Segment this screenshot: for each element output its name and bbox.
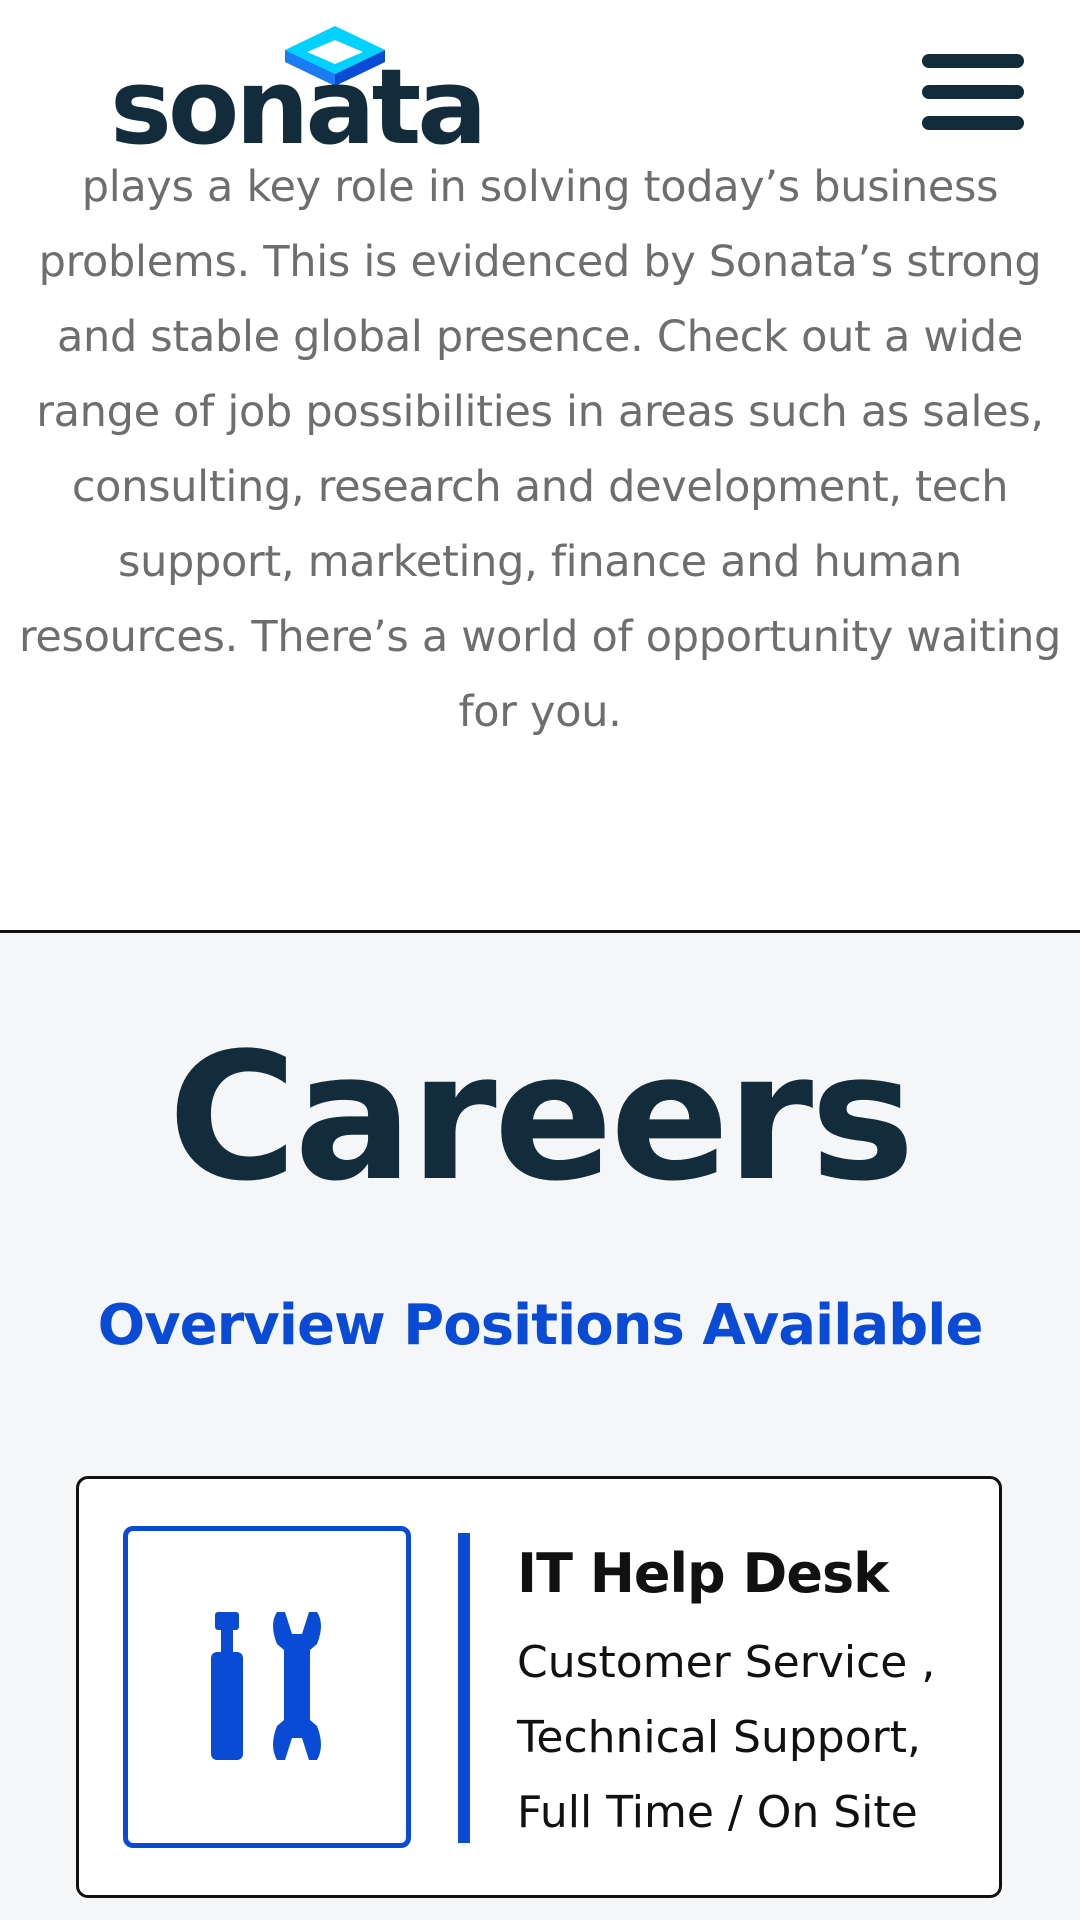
job-card-divider (458, 1533, 470, 1843)
menu-bar (922, 54, 1024, 68)
page: plays a key role in solving today’s busi… (0, 0, 1080, 1920)
sonata-logo-link[interactable]: sonata (110, 18, 487, 162)
menu-bar (922, 85, 1024, 99)
job-title[interactable]: IT Help Desk (517, 1539, 889, 1609)
careers-heading: Careers (167, 1015, 915, 1220)
intro-line: for you. (458, 687, 622, 737)
hamburger-menu-icon[interactable] (918, 50, 1028, 140)
tools-icon (211, 1612, 321, 1760)
job-type: Full Time / On Site (517, 1787, 918, 1838)
job-icon-box (123, 1526, 411, 1848)
job-category: Customer Service , (517, 1637, 936, 1688)
intro-line: range of job possibilities in areas such… (36, 387, 1044, 437)
intro-section: plays a key role in solving today’s busi… (0, 150, 1080, 750)
menu-bar (922, 116, 1024, 130)
intro-line: support, marketing, finance and human (117, 537, 963, 587)
job-meta: Customer Service , Technical Support, Fu… (517, 1625, 987, 1850)
intro-line: consulting, research and development, te… (71, 462, 1009, 512)
intro-line: problems. This is evidenced by Sonata’s … (38, 237, 1042, 287)
intro-paragraph: plays a key role in solving today’s busi… (0, 150, 1080, 750)
careers-section: Careers Overview Positions Available IT … (0, 930, 1080, 1920)
job-category: Technical Support, (517, 1712, 921, 1763)
logo-wordmark: sonata (110, 46, 487, 168)
positions-overview-link[interactable]: Overview Positions Available (0, 1291, 1080, 1361)
site-header: sonata (0, 0, 1080, 168)
intro-line: and stable global presence. Check out a … (56, 312, 1024, 362)
job-card[interactable]: IT Help Desk Customer Service , Technica… (76, 1476, 1002, 1898)
intro-line: resources. There’s a world of opportunit… (18, 612, 1062, 662)
